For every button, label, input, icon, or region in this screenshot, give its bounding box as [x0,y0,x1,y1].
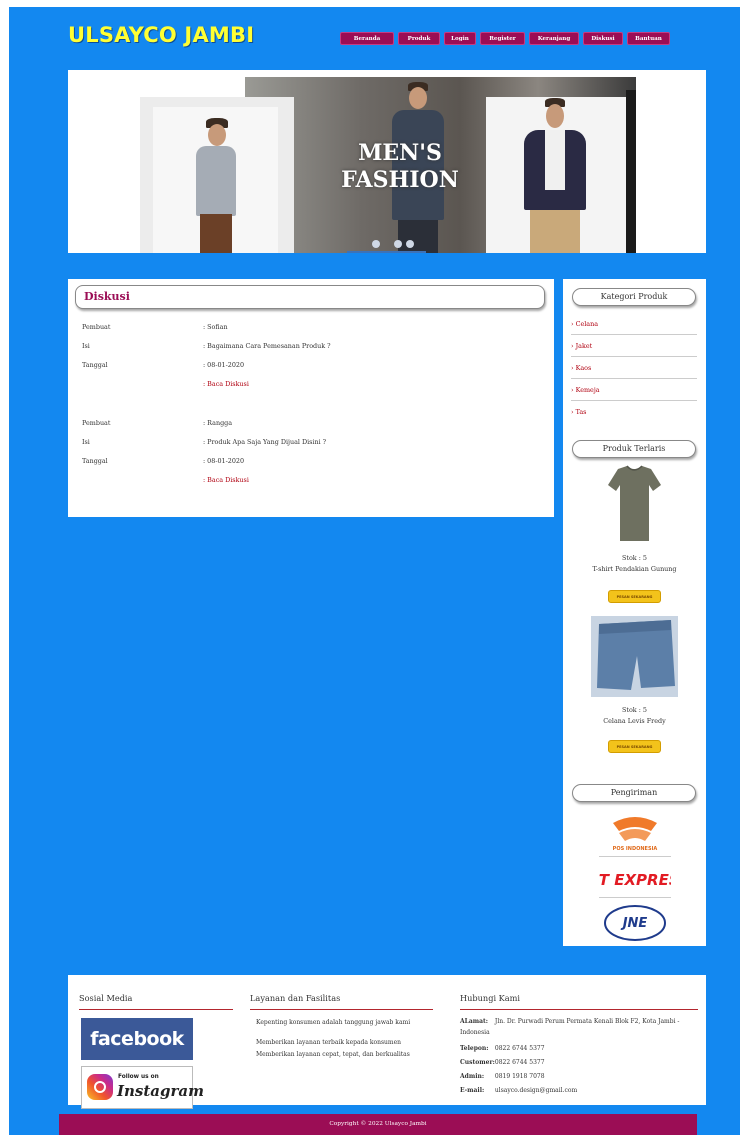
hero-banner[interactable]: MEN'S FASHION [68,70,706,253]
nav-produk[interactable]: Produk [398,32,440,45]
date-value: : 08-01-2020 [203,361,245,369]
service-item: Kepenting konsumen adalah tanggung jawab… [256,1019,411,1026]
nav-register[interactable]: Register [480,32,525,45]
shipping-heading-box: Pengiriman [572,784,696,802]
creator-value: : Rangga [203,419,233,427]
shipping-separator [599,897,671,898]
bestseller-name[interactable]: T-shirt Pendakian Gunung [563,565,706,573]
banner-headline-line1: MEN'S [358,140,442,166]
category-celana[interactable]: › Celana [571,313,697,335]
categories-heading: Kategori Produk [600,292,668,301]
jeans-image[interactable] [591,616,678,697]
social-media-heading: Sosial Media [79,993,133,1003]
admin-value: 0819 1918 7078 [494,1073,545,1080]
services-heading: Layanan dan Fasilitas [250,993,341,1003]
shipping-heading: Pengiriman [610,788,658,797]
category-kemeja[interactable]: › Kemeja [571,379,697,401]
date-label: Tanggal [82,457,108,465]
facebook-logo[interactable]: facebook [81,1018,193,1060]
content-value: : Produk Apa Saja Yang Dijual Disini ? [203,438,327,446]
nav-diskusi[interactable]: Diskusi [583,32,623,45]
admin-label: Admin: [460,1073,485,1080]
shipping-separator [599,856,671,857]
site-title[interactable]: ULSAYCO JAMBI [68,23,254,47]
slide-dot-1[interactable] [372,240,380,248]
nav-beranda[interactable]: Beranda [340,32,394,45]
contact-address: ALamat: Jln. Dr. Purwadi Perum Permata K… [460,1016,710,1038]
order-now-button[interactable]: PESAN SEKARANG [608,740,661,753]
instagram-logo[interactable]: Follow us on Instagram [81,1066,204,1109]
jnt-express-text: J&T EXPRESS [599,871,671,889]
footer-rule [79,1009,233,1010]
service-item: Memberikan layanan cepat, tepat, dan ber… [256,1051,410,1058]
date-label: Tanggal [82,361,108,369]
creator-label: Pembuat [82,323,111,331]
phone-label: Telepon: [460,1045,489,1052]
jne-logo: JNE [604,905,666,941]
category-kaos[interactable]: › Kaos [571,357,697,379]
email-label: E-mail: [460,1087,485,1094]
bestsellers-heading: Produk Terlaris [602,444,666,453]
customer-label: Customer: [460,1059,495,1066]
service-item: Memberikan layanan terbaik kepada konsum… [256,1039,402,1046]
page-title: Diskusi [84,290,130,303]
order-now-button[interactable]: PESAN SEKARANG [608,590,661,603]
pos-indonesia-text: POS INDONESIA [613,846,658,852]
phone-value: 0822 6744 5377 [494,1045,545,1052]
contact-phone: Telepon: 0822 6744 5377 [460,1043,710,1054]
email-value[interactable]: ulsayco.design@gmail.com [495,1087,577,1094]
bestseller-stock: Stok : 5 [622,554,647,562]
nav-login[interactable]: Login [444,32,476,45]
footer: Sosial Media facebook Follow us on Insta… [68,975,706,1109]
date-value: : 08-01-2020 [203,457,245,465]
discussion-panel: Diskusi Pembuat : Sofian Isi : Bagaimana… [68,279,554,517]
bestsellers-heading-box: Produk Terlaris [572,440,696,458]
read-discussion-link[interactable]: : Baca Diskusi [203,476,249,484]
creator-value: : Sofian [203,323,228,331]
category-tas[interactable]: › Tas [571,401,697,423]
address-value: Jln. Dr. Purwadi Perum Permata Kenali Bl… [460,1018,680,1036]
pos-indonesia-logo: POS INDONESIA [613,817,658,852]
jne-text: JNE [620,916,648,931]
banner-model-left [168,118,258,253]
customer-value: 0822 6744 5377 [494,1059,545,1066]
slide-dot-3[interactable] [406,240,414,248]
content-label: Isi [82,342,90,350]
discussion-heading-box: Diskusi [75,285,545,309]
contact-email: E-mail: ulsayco.design@gmail.com [460,1085,710,1096]
banner-underline [347,251,426,253]
tshirt-image[interactable] [591,465,678,543]
bestseller-stock: Stok : 5 [622,706,647,714]
category-jaket[interactable]: › Jaket [571,335,697,357]
instagram-wordmark: Instagram [117,1082,204,1100]
categories-heading-box: Kategori Produk [572,288,696,306]
nav-keranjang[interactable]: Keranjang [529,32,579,45]
content-label: Isi [82,438,90,446]
copyright-bar: Copyright © 2022 Ulsayco Jambi [59,1114,697,1135]
slide-dot-2[interactable] [394,240,402,248]
sidebar: Kategori Produk › Celana › Jaket › Kaos … [563,279,706,946]
banner-headline: MEN'S FASHION [330,140,470,194]
nav-bantuan[interactable]: Bantuan [627,32,670,45]
instagram-icon [87,1074,113,1100]
jnt-express-logo: J&T EXPRESS [599,871,671,889]
banner-headline-line2: FASHION [341,167,459,193]
bestseller-name[interactable]: Celana Levis Fredy [563,717,706,725]
footer-rule [460,1009,698,1010]
creator-label: Pembuat [82,419,111,427]
footer-rule [250,1009,433,1010]
content-value: : Bagaimana Cara Pemesanan Produk ? [203,342,331,350]
contact-admin: Admin: 0819 1918 7078 [460,1071,710,1082]
page-background: ULSAYCO JAMBI Beranda Produk Login Regis… [9,7,740,1135]
banner-model-right [500,98,610,253]
banner-dark-strip [626,90,636,253]
instagram-follow-text: Follow us on [118,1074,159,1080]
contact-heading: Hubungi Kami [460,993,521,1003]
read-discussion-link[interactable]: : Baca Diskusi [203,380,249,388]
address-label: ALamat: [460,1018,488,1025]
contact-customer: Customer: 0822 6744 5377 [460,1057,710,1068]
